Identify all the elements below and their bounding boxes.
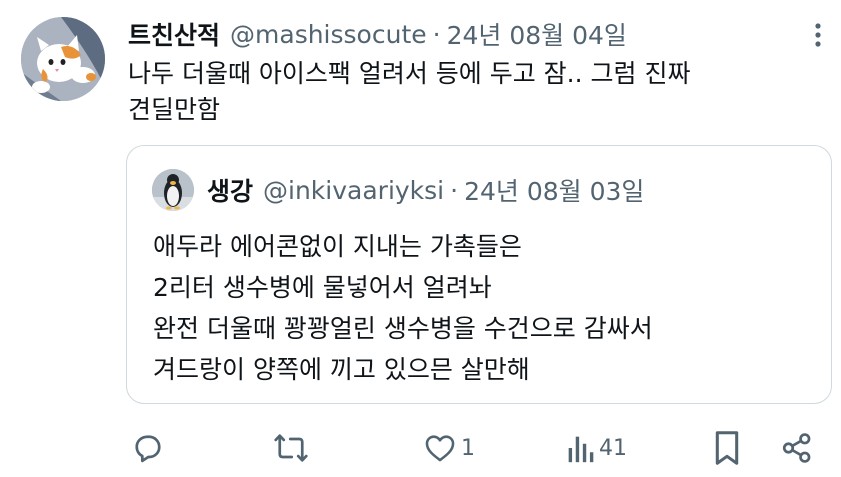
quote-avatar[interactable]	[152, 169, 194, 211]
reply-icon	[135, 435, 161, 463]
penguin-avatar-icon	[152, 169, 194, 211]
action-bar: 1 41	[0, 420, 841, 476]
share-icon	[782, 433, 811, 463]
tweet-header: 트친산적 @mashissocute · 24년 08월 04일	[128, 14, 627, 54]
more-vertical-icon	[815, 23, 821, 47]
quote-header: 생강 @inkivaariyksi · 24년 08월 03일	[207, 170, 644, 210]
bookmark-icon	[715, 431, 739, 465]
quote-text-line: 겨드랑이 양쪽에 끼고 있으믄 살만해	[153, 355, 530, 384]
views-icon	[568, 436, 594, 463]
quote-text-line: 애두라 에어콘없이 지내는 가촉들은	[153, 232, 522, 261]
share-button[interactable]	[780, 428, 814, 468]
tweet-text-line: 나두 더울때 아이스팩 얼려서 등에 두고 잠.. 그럼 진짜	[128, 59, 691, 88]
handle[interactable]: @mashissocute	[230, 20, 427, 49]
quoted-tweet[interactable]: 생강 @inkivaariyksi · 24년 08월 03일 애두라 에어콘없…	[126, 145, 832, 404]
like-count: 1	[461, 435, 475, 461]
more-button[interactable]	[806, 20, 830, 50]
views-count: 41	[599, 435, 627, 461]
quote-text-line: 완전 더울때 꽝꽝얼린 생수병을 수건으로 감싸서	[153, 314, 653, 343]
tweet-text-line: 견딜만함	[128, 95, 221, 124]
reply-button[interactable]	[130, 428, 166, 468]
views-button[interactable]: 41	[565, 428, 627, 468]
retweet-icon	[274, 434, 308, 462]
retweet-button[interactable]	[272, 428, 310, 468]
quote-text: 애두라 에어콘없이 지내는 가촉들은 2리터 생수병에 물넣어서 얼려놔 완전 …	[153, 226, 813, 390]
like-button[interactable]: 1	[423, 428, 475, 468]
display-name[interactable]: 트친산적	[128, 16, 220, 52]
quote-handle[interactable]: @inkivaariyksi	[263, 176, 444, 205]
quote-date[interactable]: 24년 08월 03일	[464, 172, 644, 208]
avatar[interactable]	[21, 17, 105, 101]
cat-avatar-icon	[21, 17, 105, 101]
quote-text-line: 2리터 생수병에 물넣어서 얼려놔	[153, 273, 492, 302]
quote-display-name[interactable]: 생강	[207, 172, 253, 208]
separator: ·	[432, 19, 441, 49]
tweet-date[interactable]: 24년 08월 04일	[447, 16, 627, 52]
tweet-text: 나두 더울때 아이스팩 얼려서 등에 두고 잠.. 그럼 진짜 견딜만함	[128, 56, 808, 128]
heart-icon	[425, 435, 455, 462]
separator: ·	[450, 175, 459, 205]
bookmark-button[interactable]	[713, 428, 741, 468]
